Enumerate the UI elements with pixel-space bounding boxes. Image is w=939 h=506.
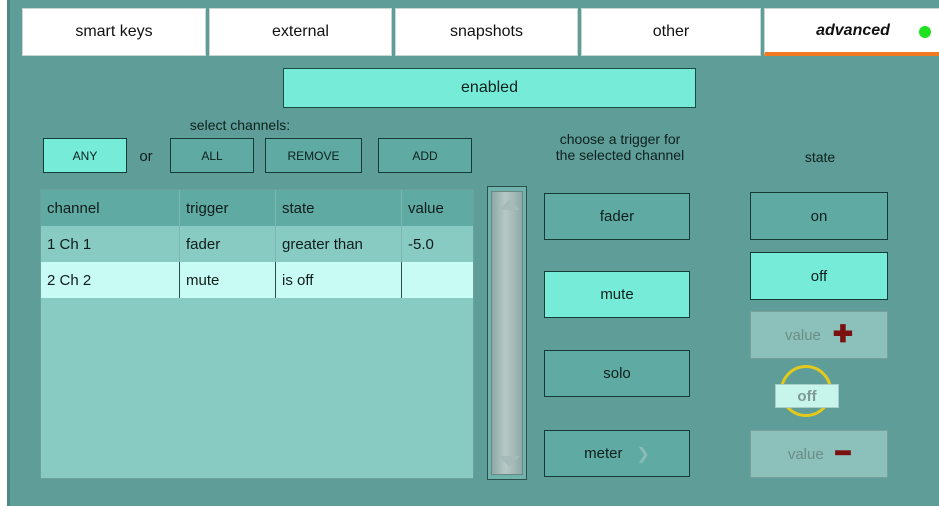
cell-value[interactable] [402, 262, 473, 298]
value-knob-readout: off [775, 384, 839, 408]
all-button-label: ALL [201, 148, 223, 163]
add-button[interactable]: ADD [378, 138, 472, 173]
value-knob-label: off [797, 387, 817, 405]
value-increase-button[interactable]: value ✚ [750, 311, 888, 359]
all-button[interactable]: ALL [170, 138, 254, 173]
cell-channel: 1 Ch 1 [41, 226, 180, 262]
trigger-fader-button[interactable]: fader [544, 193, 690, 240]
header-state[interactable]: state [276, 190, 402, 226]
trigger-meter-label: meter [584, 445, 623, 462]
channel-table: channel trigger state value 1 Ch 1 fader… [40, 189, 474, 479]
state-on-button[interactable]: on [750, 192, 888, 240]
select-channels-label: select channels: [189, 117, 291, 133]
tab-external[interactable]: external [209, 8, 392, 56]
enabled-button-label: enabled [461, 79, 518, 96]
trigger-fader-label: fader [599, 208, 635, 225]
tab-smart-keys[interactable]: smart keys [22, 8, 206, 56]
cell-value: -5.0 [408, 235, 434, 253]
table-row[interactable]: 1 Ch 1 fader greater than -5.0 [41, 226, 473, 262]
enabled-button[interactable]: enabled [283, 68, 696, 108]
state-on-label: on [810, 207, 828, 225]
header-value[interactable]: value [402, 190, 473, 226]
scroll-down-arrow-icon[interactable] [498, 456, 520, 466]
state-heading: state [804, 149, 836, 165]
trigger-solo-button[interactable]: solo [544, 350, 690, 397]
trigger-solo-label: solo [603, 365, 631, 382]
state-off-button[interactable]: off [750, 252, 888, 300]
status-dot-icon [919, 26, 931, 38]
or-label: or [139, 148, 153, 165]
plus-icon: ✚ [832, 321, 853, 348]
tab-smart-keys-label: smart keys [75, 23, 153, 40]
table-header-row: channel trigger state value [41, 190, 473, 226]
remove-button[interactable]: REMOVE [265, 138, 362, 173]
tab-snapshots[interactable]: snapshots [395, 8, 578, 56]
table-row-selected[interactable]: 2 Ch 2 mute is off [41, 262, 473, 298]
value-decrease-label: value [787, 445, 824, 463]
minus-icon: ━ [835, 440, 851, 467]
header-channel[interactable]: channel [41, 190, 180, 226]
cell-trigger: mute [180, 262, 276, 298]
advanced-panel: smart keys external snapshots other adva… [7, 0, 939, 506]
cell-channel: 2 Ch 2 [41, 262, 180, 298]
cell-state: greater than [276, 226, 402, 262]
table-scrollbar[interactable] [487, 186, 527, 480]
tab-other[interactable]: other [581, 8, 761, 56]
trigger-heading-line1: choose a trigger for [559, 131, 681, 147]
trigger-mute-button[interactable]: mute [544, 271, 690, 318]
any-button-label: ANY [72, 148, 98, 163]
add-button-label: ADD [412, 148, 438, 163]
tab-snapshots-label: snapshots [450, 23, 523, 40]
scrollbar-thumb[interactable] [491, 191, 523, 475]
tab-advanced-label: advanced [816, 21, 890, 39]
state-off-label: off [810, 267, 828, 285]
cell-trigger: fader [180, 226, 276, 262]
remove-button-label: REMOVE [287, 148, 340, 163]
tab-external-label: external [272, 23, 329, 40]
value-decrease-button[interactable]: value ━ [750, 430, 888, 478]
trigger-heading-line2: the selected channel [555, 147, 685, 163]
value-increase-label: value [785, 326, 821, 344]
trigger-heading: choose a trigger for the selected channe… [530, 131, 710, 163]
tab-advanced[interactable]: advanced [764, 8, 939, 56]
tab-other-label: other [652, 23, 690, 40]
cell-state: is off [276, 262, 402, 298]
header-trigger[interactable]: trigger [180, 190, 276, 226]
trigger-mute-label: mute [600, 286, 634, 303]
trigger-meter-button[interactable]: meter ❯ [544, 430, 690, 477]
any-button[interactable]: ANY [43, 138, 127, 173]
scroll-up-arrow-icon[interactable] [498, 200, 520, 210]
chevron-right-icon: ❯ [636, 445, 650, 463]
